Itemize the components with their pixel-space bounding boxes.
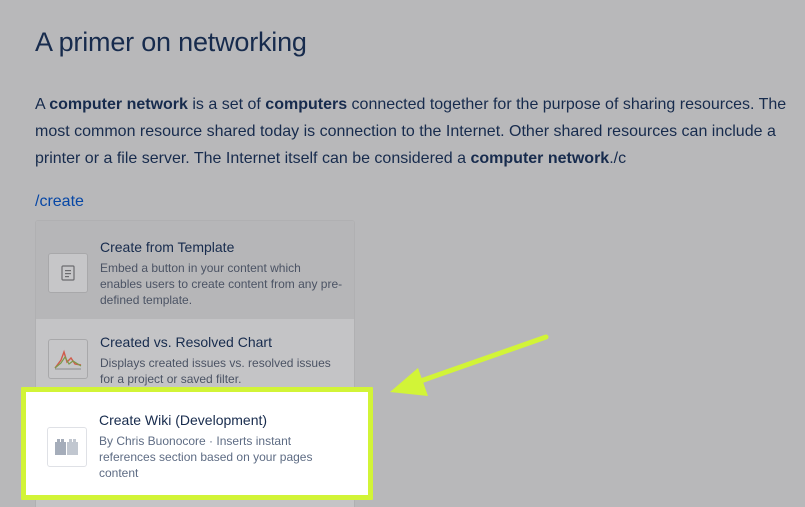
- annotation-arrow: [390, 334, 549, 396]
